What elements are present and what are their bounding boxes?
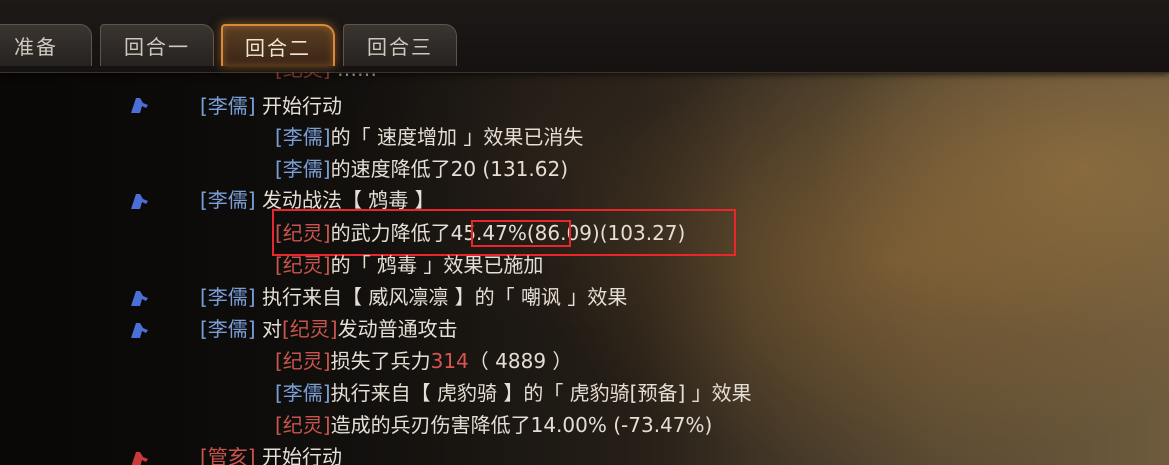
log-text: 开始行动 xyxy=(255,445,342,465)
log-text: 发动战法【 鸩毒 】 xyxy=(255,188,435,212)
tab-label: 回合二 xyxy=(245,35,311,60)
troop-loss-number: 314 xyxy=(430,349,469,373)
round-tab-bar: 准备 回合一 回合二 回合三 xyxy=(0,0,1169,73)
target-name: [纪灵] xyxy=(275,221,331,245)
log-line: [纪灵]的「 鸩毒 」效果已施加 xyxy=(0,250,543,280)
log-line: [李儒]的速度降低了20 (131.62) xyxy=(0,154,568,184)
log-line: [李儒]的「 速度增加 」效果已消失 xyxy=(0,122,583,152)
general-name: [李儒] xyxy=(275,381,331,405)
log-text: 的速度降低了20 (131.62) xyxy=(330,157,569,181)
general-name: [李儒] xyxy=(275,125,331,149)
log-text: 对 xyxy=(255,317,282,341)
tab-round-3[interactable]: 回合三 xyxy=(343,24,457,66)
tab-label: 准备 xyxy=(14,35,58,59)
log-line: [纪灵]损失了兵力314（ 4889 ） xyxy=(0,346,572,376)
debuff-percent: 45.47% xyxy=(450,221,527,245)
general-name: [李儒] xyxy=(200,317,256,341)
log-text: 的「 速度增加 」效果已消失 xyxy=(330,125,584,149)
clipped-log-line: [纪灵] …… xyxy=(0,72,377,84)
log-text: 的「 鸩毒 」效果已施加 xyxy=(330,253,544,277)
tab-round-1[interactable]: 回合一 xyxy=(100,24,214,66)
log-text: 损失了兵力 xyxy=(330,349,431,373)
log-line: [管亥] 开始行动 xyxy=(0,442,342,465)
target-name: [纪灵] xyxy=(275,253,331,277)
target-name: [纪灵] xyxy=(275,413,331,437)
general-name: [李儒] xyxy=(275,157,331,181)
log-text: 发动普通攻击 xyxy=(337,317,458,341)
log-line: [李儒] 执行来自【 威风凛凛 】的「 嘲讽 」效果 xyxy=(0,282,627,312)
log-line: [纪灵]的武力降低了45.47%(86.09)(103.27) xyxy=(0,218,685,248)
log-line: [李儒] 对[纪灵]发动普通攻击 xyxy=(0,314,458,344)
log-values: (86.09)(103.27) xyxy=(526,221,686,245)
log-line: [李儒]执行来自【 虎豹骑 】的「 虎豹骑[预备] 」效果 xyxy=(0,378,752,408)
log-text: 执行来自【 威风凛凛 】的「 嘲讽 」效果 xyxy=(255,285,628,309)
log-text: 造成的兵刃伤害降低了14.00% (-73.47%) xyxy=(330,413,713,437)
tab-prepare[interactable]: 准备 xyxy=(0,24,92,66)
target-name: [纪灵] xyxy=(281,317,338,341)
tab-label: 回合三 xyxy=(367,35,433,59)
general-name: [李儒] xyxy=(200,188,256,212)
target-name: [纪灵] xyxy=(275,349,331,373)
battle-log[interactable]: [纪灵] …… [李儒] 开始行动 [李儒]的「 速度增加 」效果已消失 [李儒… xyxy=(0,72,1169,465)
log-line: [纪灵]造成的兵刃伤害降低了14.00% (-73.47%) xyxy=(0,410,712,440)
log-values: （ 4889 ） xyxy=(468,349,573,373)
log-text: 开始行动 xyxy=(255,94,342,118)
general-name: [李儒] xyxy=(200,285,256,309)
tab-label: 回合一 xyxy=(124,35,190,59)
general-name: [李儒] xyxy=(200,94,256,118)
tab-round-2[interactable]: 回合二 xyxy=(221,24,335,66)
log-text: 的武力降低了 xyxy=(330,221,451,245)
log-line: [李儒] 发动战法【 鸩毒 】 xyxy=(0,185,435,215)
enemy-name: [管亥] xyxy=(200,445,256,465)
log-line: [李儒] 开始行动 xyxy=(0,91,342,121)
log-text: 执行来自【 虎豹骑 】的「 虎豹骑[预备] 」效果 xyxy=(330,381,752,405)
